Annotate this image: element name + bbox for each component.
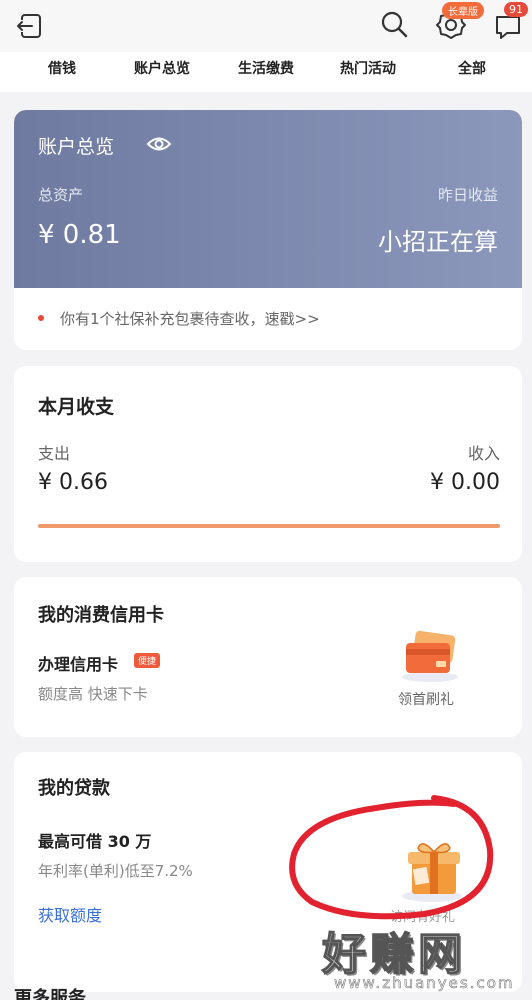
message-count-badge: 91 xyxy=(504,2,528,17)
loan-rate: 年利率(单利)低至7.2% xyxy=(38,862,193,880)
more-services-title: 更多服务 xyxy=(14,988,86,1000)
credit-title: 我的消费信用卡 xyxy=(38,605,164,626)
total-assets-value: ¥ 0.81 xyxy=(38,220,121,250)
yesterday-earnings-value: 小招正在算 xyxy=(378,228,498,256)
apply-credit-card-label[interactable]: 办理信用卡 xyxy=(38,651,118,675)
income-value: ¥ 0.00 xyxy=(430,470,500,495)
nav-item-activities[interactable]: 热门活动 xyxy=(340,58,396,78)
first-swipe-gift-label[interactable]: 领首刷礼 xyxy=(398,689,454,709)
account-overview-card[interactable]: 账户总览 总资产 昨日收益 ¥ 0.81 小招正在算 你有1个社保补充包裹待查收… xyxy=(14,110,522,350)
yesterday-earnings-label: 昨日收益 xyxy=(437,186,498,204)
get-credit-limit-link[interactable]: 获取额度 xyxy=(38,902,102,926)
credit-card-gift-icon[interactable] xyxy=(398,629,462,683)
red-annotation-circle xyxy=(289,795,494,920)
monthly-balance-card[interactable]: 本月收支 支出 收入 ¥ 0.66 ¥ 0.00 xyxy=(14,366,522,562)
watermark-main-text: 好赚网 xyxy=(321,928,466,981)
notice-dot xyxy=(38,315,44,321)
nav-item-borrow[interactable]: 借钱 xyxy=(48,58,76,78)
account-summary-panel: 账户总览 总资产 昨日收益 ¥ 0.81 小招正在算 xyxy=(14,110,522,288)
watermark-url-text: www.zhuanyes.com xyxy=(334,974,515,993)
loan-title: 我的贷款 xyxy=(38,778,110,799)
quick-nav: 借钱 账户总览 生活缴费 热门活动 全部 xyxy=(0,52,532,92)
expense-label: 支出 xyxy=(38,444,71,463)
balance-progress-fill xyxy=(38,524,500,528)
nav-item-all[interactable]: 全部 xyxy=(458,58,486,78)
eye-icon[interactable] xyxy=(146,134,172,154)
monthly-title: 本月收支 xyxy=(38,396,115,418)
expense-value: ¥ 0.66 xyxy=(38,470,108,495)
account-title: 账户总览 xyxy=(38,136,115,158)
nav-item-bills[interactable]: 生活缴费 xyxy=(238,58,294,78)
credit-desc: 额度高 快速下卡 xyxy=(38,685,148,703)
convenient-badge: 便捷 xyxy=(134,653,161,668)
top-bar: 长辈版 91 xyxy=(0,0,532,52)
max-loan-label: 最高可借 30 万 xyxy=(38,832,152,851)
total-assets-label: 总资产 xyxy=(38,186,84,204)
income-label: 收入 xyxy=(467,444,500,463)
search-icon[interactable] xyxy=(378,8,410,40)
social-security-notice[interactable]: 你有1个社保补充包裹待查收，速戳>> xyxy=(60,308,320,329)
elder-mode-badge[interactable]: 长辈版 xyxy=(442,2,484,19)
site-watermark: 好赚网 www.zhuanyes.com xyxy=(321,918,532,1000)
balance-progress-bar xyxy=(38,524,500,528)
credit-card-section[interactable]: 我的消费信用卡 办理信用卡 便捷 额度高 快速下卡 领首刷礼 xyxy=(14,577,522,737)
nav-item-account[interactable]: 账户总览 xyxy=(134,58,190,78)
back-icon[interactable] xyxy=(14,10,46,42)
